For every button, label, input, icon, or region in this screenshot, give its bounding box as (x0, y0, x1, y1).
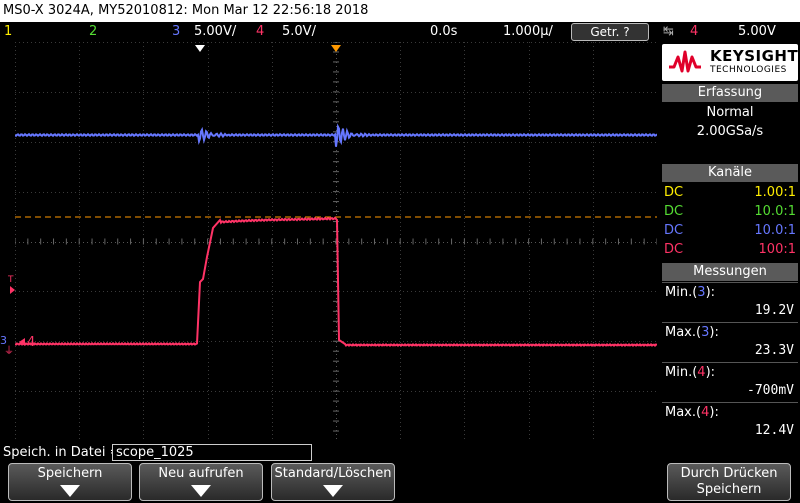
ch3-indicator[interactable]: 3 (172, 22, 180, 42)
file-save-bar: Speich. in Datei = scope_1025 (0, 443, 660, 462)
trigger-edge-icon: ? (623, 25, 630, 39)
channel-row-3[interactable]: DC 10.0:1 (664, 221, 796, 240)
softkey-label: Neu aufrufen (158, 466, 244, 481)
channel-coupling: DC (664, 223, 684, 238)
logo-brand: KEYSIGHT (710, 47, 799, 65)
channel-row-1[interactable]: DC 1.00:1 (664, 183, 796, 202)
recall-softkey[interactable]: Neu aufrufen (139, 463, 263, 501)
trigger-mode-button[interactable]: Getr. ? (571, 23, 649, 41)
softkey-label: Standard/Löschen (274, 466, 392, 481)
filename-field[interactable]: scope_1025 (112, 444, 312, 461)
file-label: Speich. in Datei = (3, 445, 121, 460)
time-position[interactable]: 0.0s (430, 22, 457, 42)
measurement-value: -700mV (747, 383, 794, 398)
grid (15, 42, 657, 441)
ch3-waveform (15, 123, 657, 147)
sample-rate: 2.00GSa/s (696, 124, 764, 139)
channel-probe-ratio: 1.00:1 (754, 185, 796, 200)
press-to-save-softkey[interactable]: Durch Drücken Speichern (667, 463, 791, 501)
channel-probe-ratio: 10.0:1 (754, 223, 796, 238)
save-softkey[interactable]: Speichern (8, 463, 132, 501)
trigger-channel[interactable]: 4 (690, 22, 698, 42)
softkey-label-line1: Durch Drücken (680, 466, 778, 481)
logo-sub: TECHNOLOGIES (710, 65, 787, 75)
channel-coupling: DC (664, 185, 684, 200)
arrow-down-icon (191, 485, 211, 497)
time-reference-marker (331, 45, 341, 52)
default-erase-softkey[interactable]: Standard/Löschen (271, 463, 395, 501)
waveform-display[interactable] (15, 42, 657, 441)
trigger-level-t-marker: T (8, 275, 14, 285)
channel-coupling: DC (664, 242, 684, 257)
softkey-label-line2: Speichern (696, 482, 762, 497)
trigger-arrow-icon (10, 286, 15, 294)
ch1-indicator[interactable]: 1 (4, 22, 12, 42)
window-title: MS0-X 3024A, MY52010812: Mon Mar 12 22:5… (0, 0, 800, 22)
arrow-down-icon (323, 485, 343, 497)
ground-icon: ⏚ (4, 346, 14, 357)
channel-row-2[interactable]: DC 10.0:1 (664, 202, 796, 221)
keysight-wave-icon (669, 50, 701, 73)
trigger-position-marker (195, 45, 205, 52)
channel-coupling: DC (664, 204, 684, 219)
ch4-scale[interactable]: 5.0V/ (282, 22, 316, 42)
measurement-value: 12.4V (754, 423, 794, 438)
measurement-min-ch4[interactable]: Min.(4): -700mV (662, 362, 798, 402)
time-scale[interactable]: 1.000µ/ (503, 22, 553, 42)
ch2-indicator[interactable]: 2 (89, 22, 97, 42)
arrow-down-icon (60, 485, 80, 497)
measurement-value: 19.2V (754, 303, 794, 318)
measurement-max-ch4[interactable]: Max.(4): 12.4V (662, 402, 798, 442)
ch3-scale[interactable]: 5.00V/ (194, 22, 236, 42)
channel-row-4[interactable]: DC 100:1 (664, 240, 796, 259)
sidebar: KEYSIGHT TECHNOLOGIES Erfassung Normal 2… (660, 42, 800, 441)
trigger-edge-icon-2: ↹ (663, 24, 674, 39)
channels-header[interactable]: Kanäle (662, 164, 798, 182)
left-markers: T 3 ⏚ (0, 42, 15, 441)
ch4-indicator[interactable]: 4 (256, 22, 264, 42)
ch4-offset-marker: 4 (19, 335, 35, 350)
keysight-logo: KEYSIGHT TECHNOLOGIES (662, 44, 798, 81)
channel-probe-ratio: 10.0:1 (754, 204, 796, 219)
acquisition-mode: Normal (706, 105, 754, 120)
status-bar: 1 2 3 5.00V/ 4 5.0V/ 0.0s 1.000µ/ Getr. … (0, 22, 800, 42)
acquisition-header[interactable]: Erfassung (662, 84, 798, 102)
trigger-level[interactable]: 5.00V (738, 22, 776, 42)
channel-probe-ratio: 100:1 (758, 242, 796, 257)
measurement-value: 23.3V (754, 343, 794, 358)
measurement-max-ch3[interactable]: Max.(3): 23.3V (662, 322, 798, 362)
trigger-mode-label: Getr. (590, 25, 620, 39)
softkey-label: Speichern (37, 466, 103, 481)
measurement-min-ch3[interactable]: Min.(3): 19.2V (662, 282, 798, 322)
measurements-header[interactable]: Messungen (662, 263, 798, 281)
